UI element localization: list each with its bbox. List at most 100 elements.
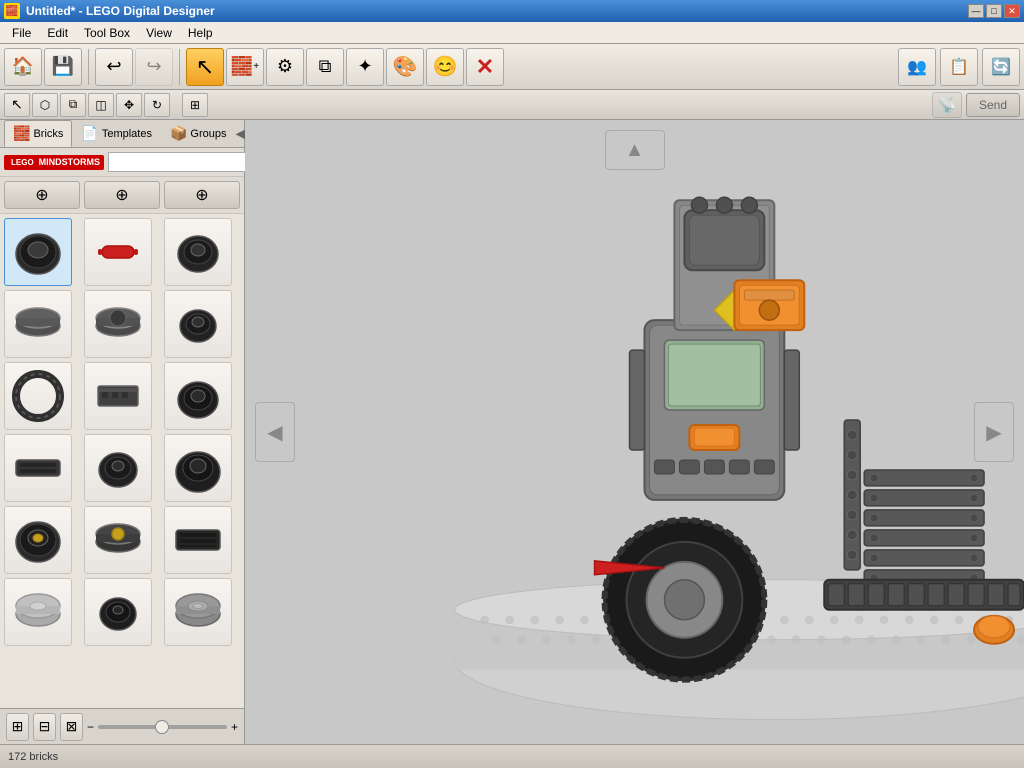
cat-button-1[interactable]: ⊕ xyxy=(4,181,80,209)
send-icon-button[interactable]: 📡 xyxy=(932,92,962,118)
brick-item-3[interactable] xyxy=(164,218,232,286)
main-toolbar: 🏠 💾 ↩ ↪ ↖ 🧱+ ⚙ ⧉ ✦ 🎨 😊 ✕ 👥 📋 🔄 xyxy=(0,44,1024,90)
cat-button-3[interactable]: ⊕ xyxy=(164,181,240,209)
hinge-button[interactable]: ⚙ xyxy=(266,48,304,86)
brick-item-15[interactable] xyxy=(164,506,232,574)
nav-arrow-left[interactable]: ◀ xyxy=(255,402,295,462)
panel-bottom: ⊞ ⊟ ⊠ − + xyxy=(0,708,244,744)
zoom-slider[interactable] xyxy=(98,725,227,729)
building-guide-button[interactable]: 📋 xyxy=(940,48,978,86)
toolbar-separator-2 xyxy=(179,49,180,85)
sec-move-button[interactable]: ✥ xyxy=(116,93,142,117)
sec-rotate-button[interactable]: ↻ xyxy=(144,93,170,117)
brick-item-16[interactable] xyxy=(4,578,72,646)
title-bar: 🧱 Untitled* - LEGO Digital Designer — □ … xyxy=(0,0,1024,22)
mindstorms-label: MINDSTORMS xyxy=(39,157,100,167)
view-mode-3-button[interactable]: ⊠ xyxy=(60,713,83,741)
toolbar-right: 👥 📋 🔄 xyxy=(898,48,1020,86)
maximize-button[interactable]: □ xyxy=(986,4,1002,18)
paint-button[interactable]: 🎨 xyxy=(386,48,424,86)
brick-item-1[interactable] xyxy=(4,218,72,286)
search-input[interactable] xyxy=(108,152,260,172)
building-guide2-button[interactable]: 🔄 xyxy=(982,48,1020,86)
flex-button[interactable]: ✦ xyxy=(346,48,384,86)
brick-item-17[interactable] xyxy=(84,578,152,646)
category-buttons: ⊕ ⊕ ⊕ xyxy=(0,177,244,214)
nav-arrow-right[interactable]: ▶ xyxy=(974,402,1014,462)
brick-item-12[interactable] xyxy=(164,434,232,502)
left-panel: 🧱 Bricks 📄 Templates 📦 Groups ◀ LEGO MIN… xyxy=(0,120,245,744)
menu-help[interactable]: Help xyxy=(180,24,221,42)
tab-groups[interactable]: 📦 Groups xyxy=(161,120,236,147)
menu-bar: File Edit Tool Box View Help xyxy=(0,22,1024,44)
brick-item-14[interactable] xyxy=(84,506,152,574)
send-area: 📡 Send xyxy=(932,92,1020,118)
model-canvas xyxy=(245,120,1024,744)
brick-item-2[interactable] xyxy=(84,218,152,286)
lego-logo-mark: LEGO xyxy=(8,157,37,168)
brick-item-9[interactable] xyxy=(164,362,232,430)
sec-clone-button[interactable]: ⧉ xyxy=(60,93,86,117)
brick-item-18[interactable] xyxy=(164,578,232,646)
brick-item-5[interactable] xyxy=(84,290,152,358)
minimize-button[interactable]: — xyxy=(968,4,984,18)
groups-tab-icon: 📦 xyxy=(170,125,187,142)
toolbar-section-tools: ↖ 🧱+ ⚙ ⧉ ✦ 🎨 😊 ✕ xyxy=(186,48,504,86)
panel-tabs: 🧱 Bricks 📄 Templates 📦 Groups ◀ xyxy=(0,120,244,148)
view-mode-2-button[interactable]: ⊟ xyxy=(33,713,56,741)
brick-item-13[interactable] xyxy=(4,506,72,574)
brick-count: 172 bricks xyxy=(8,751,58,763)
save-button[interactable]: 💾 xyxy=(44,48,82,86)
clone-button[interactable]: ⧉ xyxy=(306,48,344,86)
view-mode-1-button[interactable]: ⊞ xyxy=(6,713,29,741)
menu-view[interactable]: View xyxy=(138,24,180,42)
send-button[interactable]: Send xyxy=(966,93,1020,117)
delete-button[interactable]: ✕ xyxy=(466,48,504,86)
app-icon: 🧱 xyxy=(4,3,20,19)
toolbar-separator-1 xyxy=(88,49,89,85)
select-tool-button[interactable]: ↖ xyxy=(186,48,224,86)
brick-item-10[interactable] xyxy=(4,434,72,502)
minifig-button[interactable]: 😊 xyxy=(426,48,464,86)
content-area: 🧱 Bricks 📄 Templates 📦 Groups ◀ LEGO MIN… xyxy=(0,120,1024,744)
brick-item-7[interactable] xyxy=(4,362,72,430)
redo-button[interactable]: ↪ xyxy=(135,48,173,86)
community-button[interactable]: 👥 xyxy=(898,48,936,86)
sec-select-button[interactable]: ↖ xyxy=(4,93,30,117)
lego-model xyxy=(245,120,1024,744)
menu-file[interactable]: File xyxy=(4,24,39,42)
sec-hide-button[interactable]: ◫ xyxy=(88,93,114,117)
viewport: ▲ ◀ ▶ xyxy=(245,120,1024,744)
groups-tab-label: Groups xyxy=(190,128,226,140)
window-title: Untitled* - LEGO Digital Designer xyxy=(26,4,215,18)
bricks-tab-label: Bricks xyxy=(33,128,63,140)
cat-button-2[interactable]: ⊕ xyxy=(84,181,160,209)
add-brick-button[interactable]: 🧱+ xyxy=(226,48,264,86)
window-controls: — □ ✕ xyxy=(968,4,1020,18)
toolbar-section-edit: ↩ ↪ xyxy=(95,48,173,86)
menu-toolbox[interactable]: Tool Box xyxy=(76,24,138,42)
tab-bricks[interactable]: 🧱 Bricks xyxy=(4,120,72,147)
brick-item-11[interactable] xyxy=(84,434,152,502)
brick-item-6[interactable] xyxy=(164,290,232,358)
brick-grid xyxy=(0,214,244,708)
bricks-tab-icon: 🧱 xyxy=(13,125,30,142)
nav-arrow-up[interactable]: ▲ xyxy=(605,130,665,170)
zoom-in-icon: + xyxy=(231,720,238,734)
close-button[interactable]: ✕ xyxy=(1004,4,1020,18)
brick-item-8[interactable] xyxy=(84,362,152,430)
secondary-toolbar: ↖ ⬡ ⧉ ◫ ✥ ↻ ⊞ 📡 Send xyxy=(0,90,1024,120)
templates-tab-icon: 📄 xyxy=(81,125,98,142)
menu-edit[interactable]: Edit xyxy=(39,24,76,42)
tab-templates[interactable]: 📄 Templates xyxy=(72,120,161,147)
zoom-out-icon: − xyxy=(87,720,94,734)
toolbar-section-file: 🏠 💾 xyxy=(4,48,82,86)
undo-button[interactable]: ↩ xyxy=(95,48,133,86)
brick-item-4[interactable] xyxy=(4,290,72,358)
panel-search: LEGO MINDSTORMS xyxy=(0,148,244,177)
status-bar: 172 bricks xyxy=(0,744,1024,768)
sec-extra-button[interactable]: ⊞ xyxy=(182,93,208,117)
sec-lasso-button[interactable]: ⬡ xyxy=(32,93,58,117)
templates-tab-label: Templates xyxy=(102,128,152,140)
home-button[interactable]: 🏠 xyxy=(4,48,42,86)
